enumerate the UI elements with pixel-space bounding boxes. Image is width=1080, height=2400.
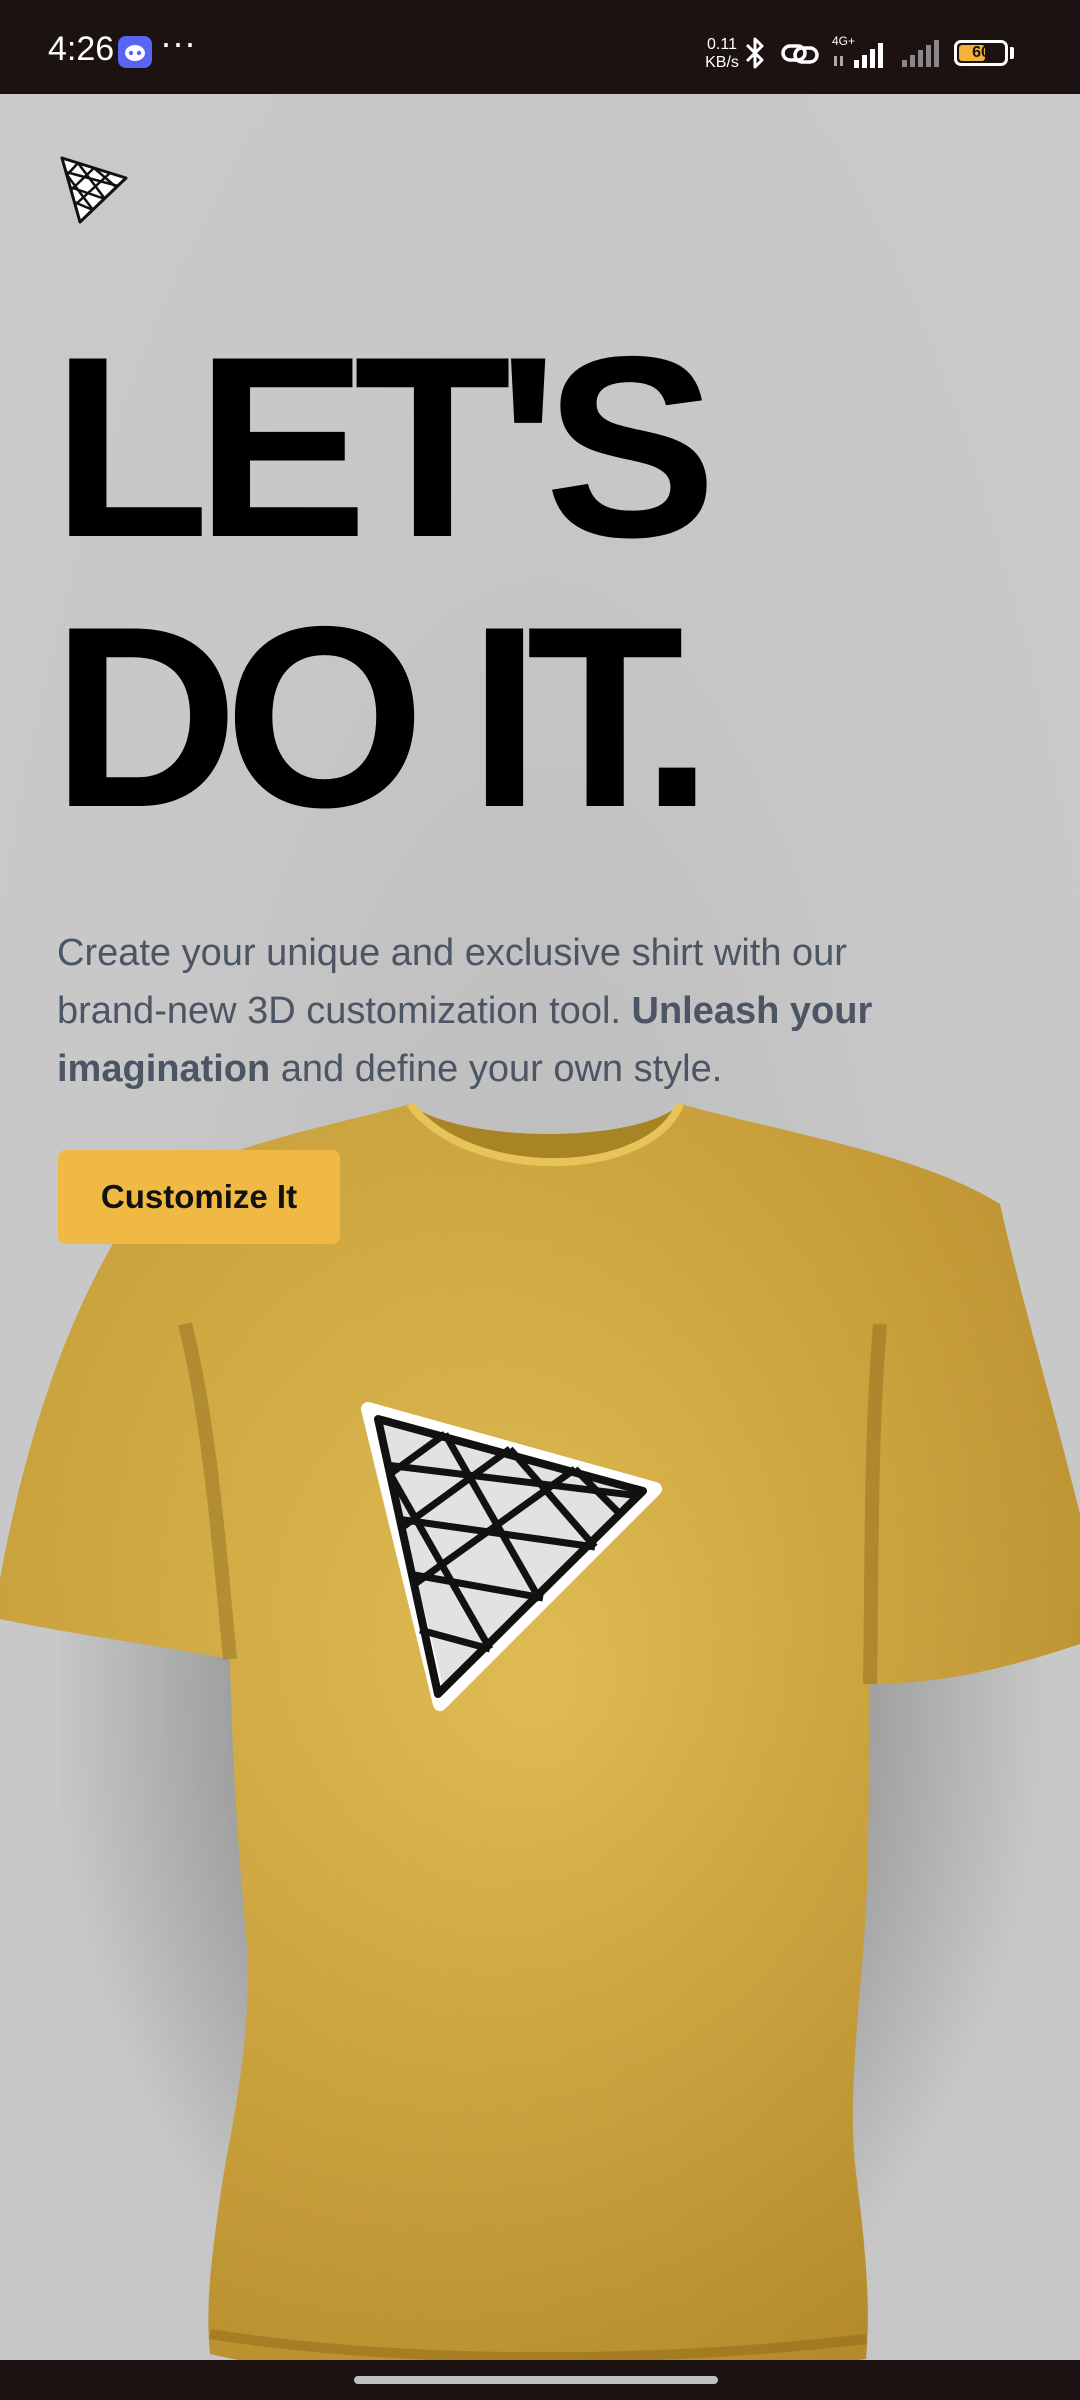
more-dots-icon: ··· [160, 22, 196, 63]
home-indicator[interactable] [354, 2376, 718, 2384]
net-speed: 0.11 KB/s [700, 36, 744, 72]
link-icon [780, 40, 820, 73]
status-bar: 4:26 ··· 0.11 KB/s 4G+ 60 [0, 0, 1080, 94]
net-speed-unit: KB/s [705, 54, 739, 71]
intro-text-part-2: and define your own style. [270, 1048, 723, 1090]
bluetooth-icon [742, 36, 768, 75]
headline-line-2: DO IT. [52, 572, 713, 861]
discord-icon [118, 36, 152, 68]
signal-icon [900, 40, 944, 73]
network-type: 4G+ [832, 34, 855, 48]
hero-intro-text: Create your unique and exclusive shirt w… [57, 924, 957, 1098]
triangle-mesh-logo-icon[interactable] [58, 152, 130, 229]
net-speed-value: 0.11 [707, 36, 737, 53]
status-time: 4:26 [48, 30, 115, 68]
battery-level: 60 [972, 44, 990, 61]
tshirt-body [0, 1101, 1080, 2360]
hero-headline: LET'S DO IT. [52, 302, 717, 861]
system-nav-bar [0, 2360, 1080, 2400]
customize-it-button[interactable]: Customize It [58, 1150, 340, 1244]
page-main: LET'S DO IT. Create your unique and excl… [0, 94, 1080, 2360]
headline-line-1: LET'S [52, 302, 717, 591]
battery-icon: 60 [954, 40, 1008, 66]
signal-icon: 4G+ [832, 34, 892, 75]
battery-tip [1010, 47, 1014, 59]
